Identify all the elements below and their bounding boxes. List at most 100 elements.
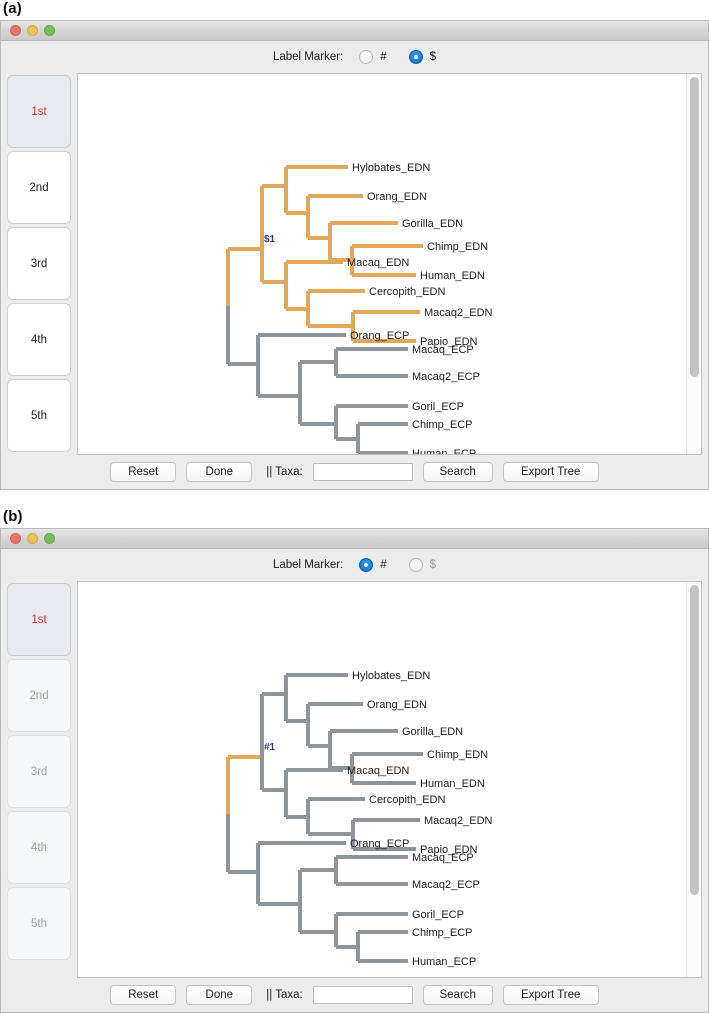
tree-node-label-b: #1 [264,742,276,753]
tree-canvas-a[interactable]: $1 Hylobates_EDN Orang_EDN Gorilla_EDN C… [77,73,702,455]
tree-scrollbar-thumb-b[interactable] [690,585,699,895]
export-tree-button-a[interactable]: Export Tree [502,462,599,482]
leaf-label: Chimp_EDN [427,241,488,253]
sidebar-b: 1st 2nd 3rd 4th 5th [7,581,71,978]
radio-hash-b[interactable] [359,558,374,572]
leaf-label: Hylobates_EDN [352,670,430,682]
panel-a: (a) Label Marker: # $ 1st 2nd 3rd 4th 5t… [0,0,709,490]
panel-a-caption: (a) [3,0,22,17]
export-tree-button-b[interactable]: Export Tree [502,985,599,1005]
taxa-label-b: || Taxa: [266,989,303,1001]
sidebar-item-3rd-b[interactable]: 3rd [7,735,71,808]
window-body-b: 1st 2nd 3rd 4th 5th #1 Hylobates_EDN Ora… [1,581,708,978]
panel-b-caption: (b) [3,508,23,525]
sidebar-item-2nd-b[interactable]: 2nd [7,659,71,732]
reset-button-b[interactable]: Reset [110,985,177,1005]
minimize-button-icon[interactable] [27,25,38,36]
label-marker-title: Label Marker: [272,559,344,571]
radio-hash-label-a: # [380,51,387,63]
leaf-label: Orang_EDN [367,191,427,203]
minimize-button-icon[interactable] [27,533,38,544]
done-button-b[interactable]: Done [186,985,253,1005]
window-titlebar-a [1,21,708,41]
sidebar-item-label: 4th [31,841,47,854]
sidebar-item-label: 1st [31,613,47,626]
window-body-a: 1st 2nd 3rd 4th 5th $1 Hylobates_EDN Ora… [1,73,708,455]
sidebar-item-3rd-a[interactable]: 3rd [7,227,71,300]
leaf-label: Gorilla_EDN [402,726,463,738]
sidebar-item-label: 1st [31,105,47,118]
phylogenetic-tree-a: $1 Hylobates_EDN Orang_EDN Gorilla_EDN C… [226,162,493,454]
sidebar-item-2nd-a[interactable]: 2nd [7,151,71,224]
tree-scrollbar-b[interactable] [686,582,701,977]
leaf-label: Orang_EDN [367,699,427,711]
leaf-label: Goril_ECP [412,909,464,921]
radio-dollar-b[interactable] [408,558,423,572]
radio-dollar-a[interactable] [408,50,423,64]
sidebar-a: 1st 2nd 3rd 4th 5th [7,73,71,455]
leaf-label: Chimp_EDN [427,749,488,761]
leaf-label: Macaq2_EDN [424,307,493,319]
close-button-icon[interactable] [10,25,21,36]
search-button-b[interactable]: Search [422,985,493,1005]
radio-dollar-label-b: $ [429,559,437,571]
close-button-icon[interactable] [10,533,21,544]
leaf-label: Orang_ECP [350,838,409,850]
leaf-label: Hylobates_EDN [352,162,430,174]
bottom-toolbar-b: Reset Done || Taxa: Search Export Tree [1,978,708,1012]
reset-button-a[interactable]: Reset [110,462,177,482]
sidebar-item-4th-b[interactable]: 4th [7,811,71,884]
radio-hash-a[interactable] [359,50,374,64]
tree-leaf-labels-a: Hylobates_EDN Orang_EDN Gorilla_EDN Chim… [347,162,493,454]
radio-hash-label-b: # [380,559,387,571]
sidebar-item-label: 3rd [30,257,48,270]
sidebar-item-5th-b[interactable]: 5th [7,887,71,960]
tree-branches-default-a [226,306,408,454]
maximize-button-icon[interactable] [44,25,55,36]
done-button-a[interactable]: Done [186,462,253,482]
leaf-label: Macaq2_ECP [412,371,480,383]
sidebar-item-1st-b[interactable]: 1st [7,583,71,656]
tree-scrollbar-thumb-a[interactable] [690,77,699,377]
sidebar-item-label: 5th [31,409,47,422]
tree-window-a: Label Marker: # $ 1st 2nd 3rd 4th 5th $1… [0,20,709,490]
label-marker-title: Label Marker: [272,51,344,63]
leaf-label: Human_EDN [420,778,485,790]
leaf-label: Macaq2_EDN [424,815,493,827]
maximize-button-icon[interactable] [44,533,55,544]
label-marker-radio-group-a: # $ [359,50,436,64]
tree-branches-highlight-b [226,755,262,814]
tree-window-b: Label Marker: # $ 1st 2nd 3rd 4th 5th #1… [0,528,709,1013]
taxa-search-input-b[interactable] [312,986,413,1004]
sidebar-item-label: 3rd [30,765,48,778]
leaf-label: Human_ECP [412,956,476,968]
leaf-label: Macaq_EDN [347,765,409,777]
sidebar-item-5th-a[interactable]: 5th [7,379,71,452]
taxa-search-input-a[interactable] [312,463,413,481]
leaf-label: Orang_ECP [350,330,409,342]
search-button-a[interactable]: Search [422,462,493,482]
sidebar-item-4th-a[interactable]: 4th [7,303,71,376]
tree-canvas-b[interactable]: #1 Hylobates_EDN Orang_EDN Gorilla_EDN C… [77,581,702,978]
radio-dollar-label-a: $ [429,51,437,63]
leaf-label: Cercopith_EDN [369,794,445,806]
leaf-label: Macaq_ECP [412,344,474,356]
label-marker-row-b: Label Marker: # $ [1,549,708,581]
leaf-label: Macaq_EDN [347,257,409,269]
sidebar-item-1st-a[interactable]: 1st [7,75,71,148]
phylogenetic-tree-b: #1 Hylobates_EDN Orang_EDN Gorilla_EDN C… [226,670,493,968]
tree-node-label-a: $1 [264,234,276,245]
leaf-label: Chimp_ECP [412,419,473,431]
leaf-label: Goril_ECP [412,401,464,413]
sidebar-item-label: 5th [31,917,47,930]
panel-b: (b) Label Marker: # $ 1st 2nd 3rd 4th 5t… [0,508,709,1013]
leaf-label: Macaq2_ECP [412,879,480,891]
leaf-label: Cercopith_EDN [369,286,445,298]
taxa-label-a: || Taxa: [266,466,303,478]
leaf-label: Chimp_ECP [412,927,473,939]
sidebar-item-label: 2nd [29,181,49,194]
sidebar-item-label: 2nd [29,689,49,702]
leaf-label: Human_ECP [412,448,476,454]
label-marker-radio-group-b: # $ [359,558,436,572]
tree-scrollbar-a[interactable] [686,74,701,454]
